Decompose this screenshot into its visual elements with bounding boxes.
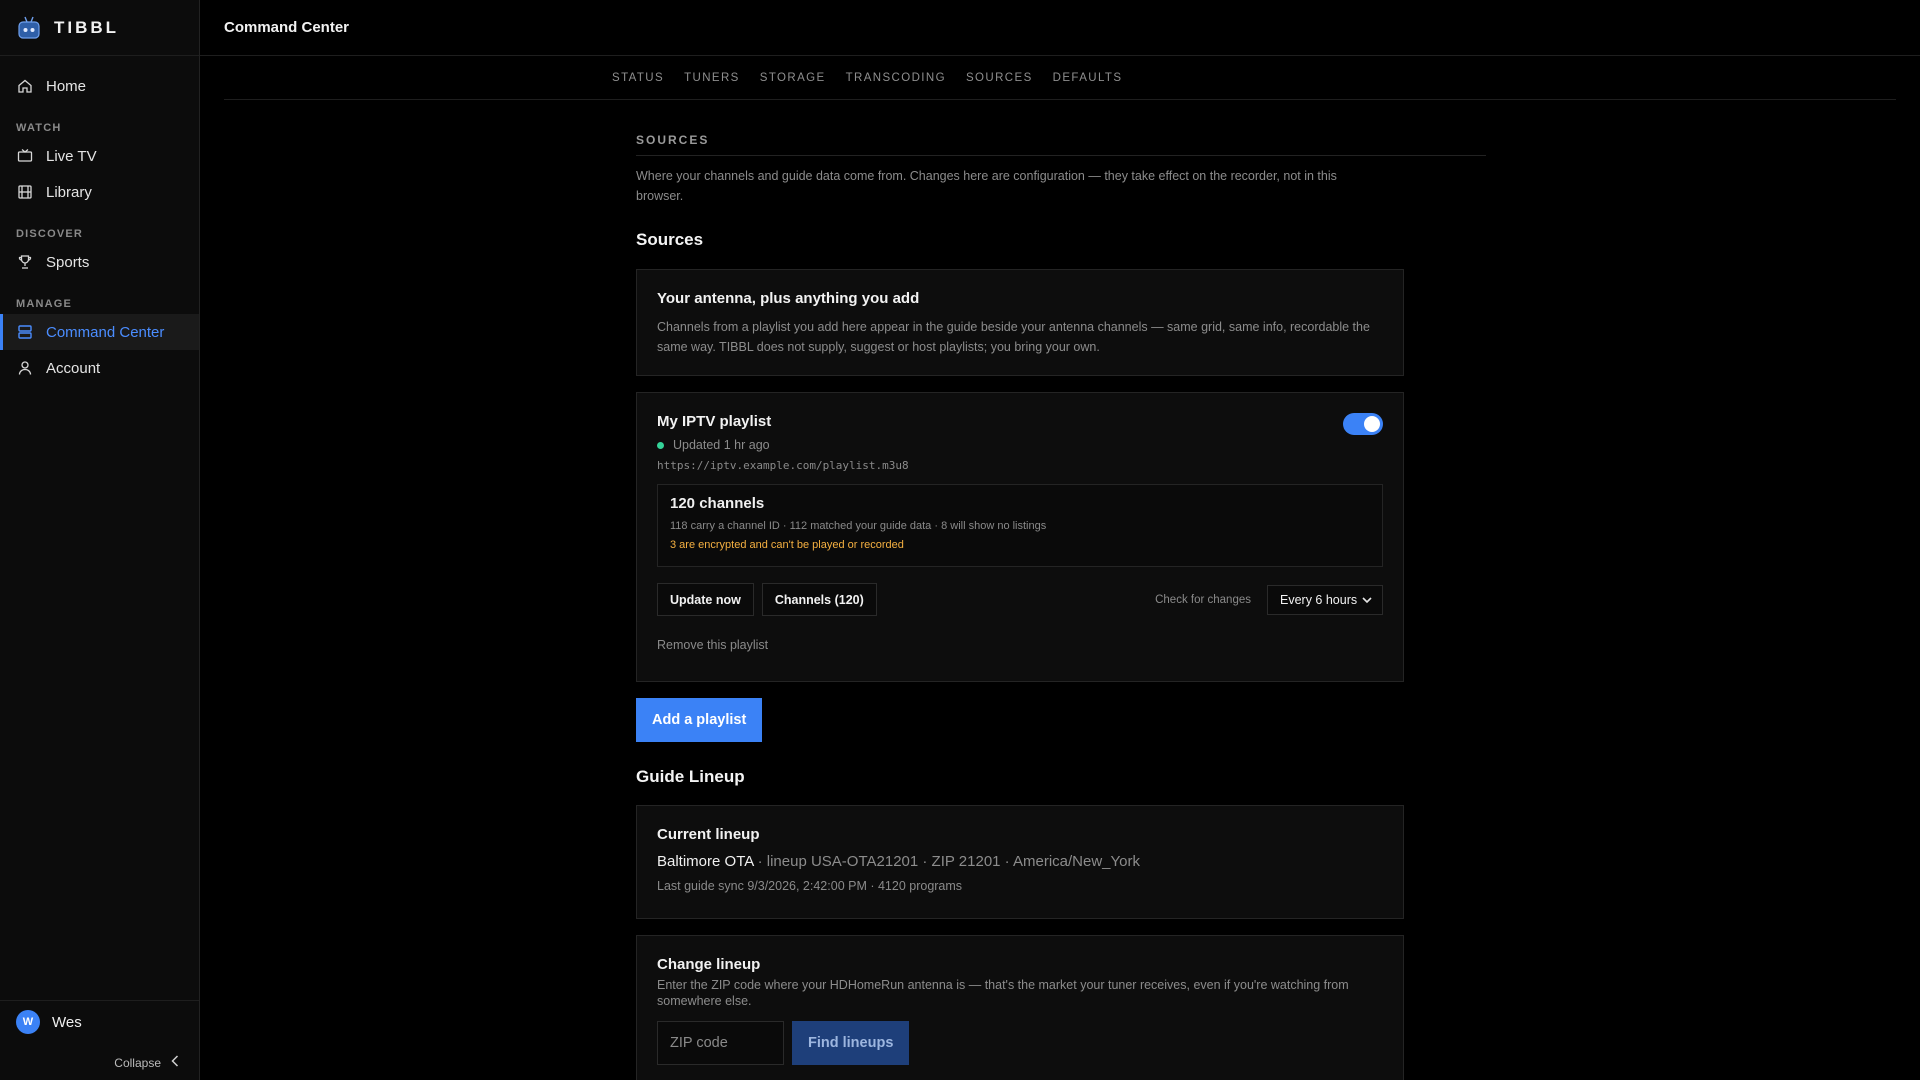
tab-defaults[interactable]: DEFAULTS [1053, 72, 1123, 84]
sidebar-section-manage: MANAGE [16, 298, 73, 310]
channels-button[interactable]: Channels (120) [761, 583, 877, 616]
sidebar-item-label: Command Center [46, 323, 165, 341]
toggle-knob [1364, 416, 1380, 432]
check-for-changes-label: Check for changes [1155, 593, 1251, 606]
section-tabs: STATUS TUNERS STORAGE TRANSCODING SOURCE… [224, 56, 1896, 100]
last-sync: Last guide sync 9/3/2026, 2:42:00 PM · 4… [657, 879, 963, 893]
brand-name: TIBBL [54, 17, 120, 37]
sidebar: TIBBL Home WATCH Live TV Library DISCOVE… [0, 0, 200, 1080]
tab-tuners[interactable]: TUNERS [684, 72, 740, 84]
user-menu[interactable]: W Wes [0, 1001, 199, 1043]
collapse-button[interactable]: Collapse [114, 1055, 179, 1070]
sidebar-item-sports[interactable]: Sports [0, 244, 199, 280]
zip-code-input[interactable] [657, 1021, 784, 1065]
current-lineup-info: Baltimore OTA · lineup USA-OTA21201 · ZI… [657, 853, 1383, 870]
current-lineup-title: Current lineup [657, 826, 760, 843]
intro-card-text: Channels from a playlist you add here ap… [657, 320, 1370, 354]
film-icon [16, 183, 34, 201]
sidebar-section-watch: WATCH [16, 122, 62, 134]
change-lineup-title: Change lineup [657, 956, 761, 973]
check-interval-value: Every 6 hours [1280, 592, 1358, 607]
update-now-button[interactable]: Update now [657, 583, 754, 616]
user-name: Wes [52, 1013, 82, 1031]
find-lineups-button[interactable]: Find lineups [792, 1021, 910, 1065]
brand[interactable]: TIBBL [0, 0, 199, 56]
change-lineup-text: Enter the ZIP code where your HDHomeRun … [657, 978, 1349, 1008]
section-title: SOURCES [636, 133, 1486, 156]
tab-storage[interactable]: STORAGE [760, 72, 826, 84]
home-icon [16, 77, 34, 95]
intro-card-title: Your antenna, plus anything you add [657, 290, 920, 307]
main-content: SOURCES Where your channels and guide da… [636, 100, 1486, 1080]
remove-playlist-link[interactable]: Remove this playlist [657, 638, 1383, 652]
playlist-actions: Update now Channels (120) Check for chan… [657, 583, 1383, 616]
user-icon [16, 359, 34, 377]
status-dot-icon [657, 441, 664, 449]
sidebar-item-live-tv[interactable]: Live TV [0, 138, 199, 174]
change-lineup-card: Change lineup Enter the ZIP code where y… [636, 935, 1404, 1080]
chevron-down-icon [1362, 593, 1372, 607]
check-interval-select[interactable]: Every 6 hours [1267, 584, 1383, 615]
guide-lineup-heading: Guide Lineup [636, 767, 745, 786]
add-playlist-button[interactable]: Add a playlist [636, 698, 763, 742]
tab-transcoding[interactable]: TRANSCODING [846, 72, 946, 84]
server-icon [16, 323, 34, 341]
playlist-status: Updated 1 hr ago [657, 438, 1383, 452]
tab-sources[interactable]: SOURCES [966, 72, 1033, 84]
top-bar: Command Center [200, 0, 1920, 56]
sidebar-section-discover: DISCOVER [16, 228, 84, 240]
channels-count: 120 channels [670, 495, 765, 512]
collapse-label: Collapse [114, 1055, 161, 1070]
avatar: W [16, 1010, 40, 1034]
sidebar-item-command-center[interactable]: Command Center [0, 314, 199, 350]
playlist-name: My IPTV playlist [657, 413, 772, 430]
current-lineup-card: Current lineup Baltimore OTA · lineup US… [636, 805, 1404, 919]
encrypted-warning: 3 are encrypted and can't be played or r… [670, 539, 904, 551]
robot-logo-icon [16, 15, 42, 41]
sidebar-item-label: Library [46, 183, 92, 201]
playlist-status-text: Updated 1 hr ago [673, 438, 770, 452]
sidebar-item-label: Sports [46, 253, 90, 271]
page-title: Command Center [224, 19, 350, 36]
sidebar-item-library[interactable]: Library [0, 174, 199, 210]
playlist-url: https://iptv.example.com/playlist.m3u8 [657, 459, 909, 472]
lineup-details: · lineup USA-OTA21201 · ZIP 21201 · Amer… [753, 853, 1140, 870]
trophy-icon [16, 253, 34, 271]
zip-row: Find lineups [657, 1021, 1383, 1065]
sidebar-footer: W Wes Collapse [0, 1000, 199, 1080]
chevron-left-icon [171, 1055, 179, 1070]
playlist-enabled-toggle[interactable] [1343, 413, 1383, 435]
tab-status[interactable]: STATUS [612, 72, 664, 84]
sidebar-nav: Home WATCH Live TV Library DISCOVER Spor… [0, 56, 199, 386]
intro-card: Your antenna, plus anything you add Chan… [636, 269, 1404, 376]
channels-summary: 120 channels 118 carry a channel ID · 11… [657, 484, 1383, 567]
lineup-name: Baltimore OTA [657, 853, 754, 870]
playlist-card: My IPTV playlist Updated 1 hr ago https:… [636, 392, 1404, 682]
sidebar-item-label: Account [46, 359, 101, 377]
tv-icon [16, 147, 34, 165]
sources-heading: Sources [636, 230, 704, 249]
channels-stats: 118 carry a channel ID · 112 matched you… [670, 520, 1047, 532]
sidebar-item-label: Live TV [46, 147, 97, 165]
sidebar-item-label: Home [46, 77, 87, 95]
section-description: Where your channels and guide data come … [636, 169, 1337, 203]
sidebar-item-home[interactable]: Home [0, 68, 199, 104]
sidebar-item-account[interactable]: Account [0, 350, 199, 386]
